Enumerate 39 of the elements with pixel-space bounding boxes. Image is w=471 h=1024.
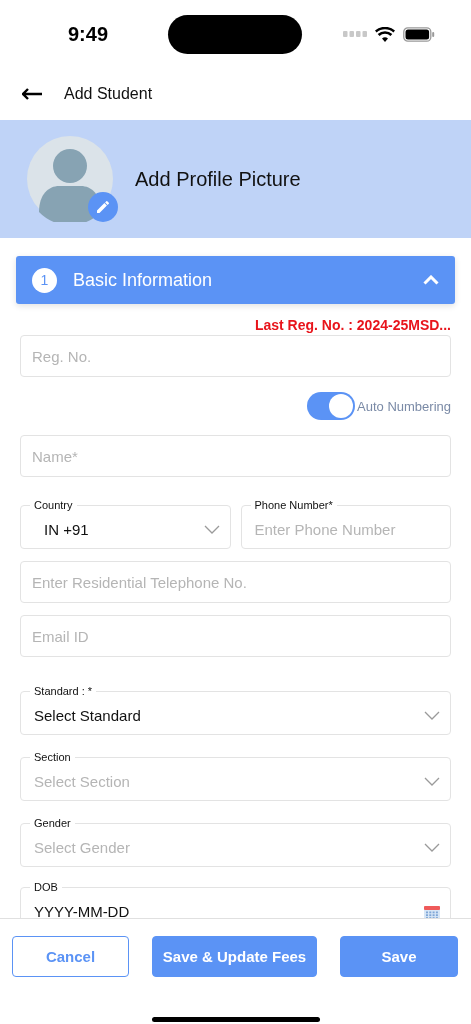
chevron-down-icon — [424, 843, 440, 852]
screen-title: Add Student — [64, 85, 153, 103]
signal-icon — [343, 31, 367, 37]
avatar-placeholder-icon — [27, 136, 113, 222]
last-reg-number-note: Last Reg. No. : 2024-25MSD... — [253, 316, 451, 334]
cancel-button[interactable]: Cancel — [12, 936, 129, 977]
chevron-down-icon — [424, 777, 440, 786]
field-label: Section — [33, 751, 72, 763]
input-field[interactable]: Enter Residential Telephone No. — [20, 561, 451, 603]
chevron-down-icon — [424, 711, 440, 720]
back-button[interactable] — [22, 88, 42, 100]
save-button[interactable]: Save — [340, 936, 458, 977]
pencil-icon — [96, 200, 110, 214]
save-button[interactable]: Save & Update Fees — [152, 936, 317, 977]
dropdown-field[interactable]: Section Select Section — [20, 751, 451, 801]
section-header[interactable]: 1 Basic Information — [16, 256, 455, 304]
field-label: Standard : * — [33, 685, 94, 697]
wifi-icon — [375, 26, 395, 42]
calendar-icon[interactable] — [424, 903, 440, 918]
input-field[interactable]: Name* — [20, 435, 451, 477]
toggle-label: Auto Numbering — [357, 398, 451, 414]
back-arrow-icon — [22, 88, 42, 100]
field-label: Country — [33, 499, 74, 511]
input-field[interactable]: Reg. No. — [20, 335, 451, 377]
input-field[interactable]: Email ID — [20, 615, 451, 657]
field-label: Gender — [33, 817, 72, 829]
dropdown-field[interactable]: Standard : * Select Standard — [20, 685, 451, 735]
input-field[interactable]: Phone Number* Enter Phone Number — [240, 499, 451, 549]
step-number: 1 — [32, 267, 57, 293]
clock-time: 9:49 — [68, 22, 110, 46]
edit-photo-button[interactable] — [88, 192, 118, 222]
field-label: Phone Number* — [253, 499, 334, 511]
chevron-down-icon — [203, 525, 220, 534]
field-label: DOB — [33, 881, 59, 893]
toggle-switch[interactable] — [307, 392, 356, 420]
dropdown-field[interactable]: Gender Select Gender — [20, 817, 451, 867]
battery-icon — [403, 26, 435, 42]
add-profile-picture-label[interactable]: Add Profile Picture — [135, 167, 301, 191]
dropdown-field[interactable]: Country IN +91 — [20, 499, 231, 549]
